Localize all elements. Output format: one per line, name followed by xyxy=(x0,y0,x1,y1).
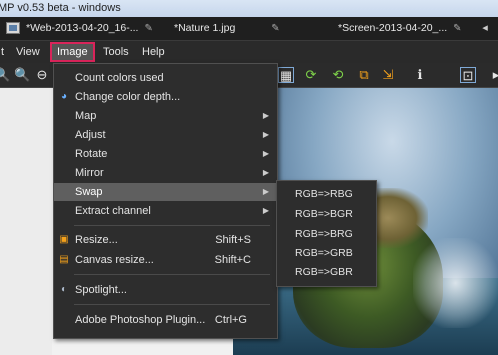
color-depth-icon: ◕ xyxy=(60,91,68,102)
menu-item-adjust[interactable]: Adjust ▶ xyxy=(54,126,277,144)
menu-item-label: Canvas resize... xyxy=(75,254,154,266)
menu-item-spotlight[interactable]: ◐ Spotlight... xyxy=(54,281,277,299)
pin-icon[interactable]: ✎ xyxy=(144,23,152,34)
submenu-arrow-icon: ▶ xyxy=(262,206,269,215)
menu-edit[interactable]: t xyxy=(0,44,9,60)
menu-item-label: Rotate xyxy=(75,148,108,160)
menu-item-count-colors[interactable]: Count colors used xyxy=(54,69,277,87)
tab-strip: *Web-2013-04-20_16-... ✎ *Nature 1.jpg ✎ *… xyxy=(0,17,498,41)
resize-icon: ▣ xyxy=(59,234,69,245)
image-menu-dropdown: Count colors used ◕ Change color depth..… xyxy=(53,63,278,339)
submenu-item-label: RGB=>GRB xyxy=(295,247,353,259)
menu-item-shortcut: Shift+S xyxy=(215,234,251,246)
swap-submenu: RGB=>RBG RGB=>BGR RGB=>BRG RGB=>GRB RGB=… xyxy=(276,180,377,287)
refresh-icon[interactable]: ⟳ xyxy=(303,67,319,83)
palette-icon[interactable]: ▦ xyxy=(278,67,294,83)
tab-scroll-icon[interactable]: ◂ xyxy=(478,21,492,35)
minus-icon[interactable]: ⊖ xyxy=(34,67,50,83)
tab-web[interactable]: *Web-2013-04-20_16-... ✎ xyxy=(26,19,153,38)
menu-separator xyxy=(74,304,270,305)
submenu-arrow-icon: ▶ xyxy=(262,111,269,120)
submenu-item-label: RGB=>GBR xyxy=(295,266,353,278)
canvas-resize-icon: ▤ xyxy=(59,254,69,265)
menu-item-shortcut: Shift+C xyxy=(214,254,251,266)
spotlight-icon: ◐ xyxy=(60,284,68,295)
menu-separator xyxy=(74,225,270,226)
menu-item-label: Extract channel xyxy=(75,205,151,217)
menu-item-swap[interactable]: Swap ▶ xyxy=(54,183,277,201)
menu-item-label: Swap xyxy=(75,186,103,198)
submenu-item-label: RGB=>BGR xyxy=(295,208,353,220)
menu-item-map[interactable]: Map ▶ xyxy=(54,107,277,125)
submenu-item-label: RGB=>RBG xyxy=(295,188,353,200)
document-icon xyxy=(6,22,20,34)
window-title: MP v0.53 beta - windows xyxy=(0,2,121,14)
zoom-in-icon[interactable]: 🔍 xyxy=(0,67,10,83)
menu-item-canvas-resize[interactable]: ▤ Canvas resize... Shift+C xyxy=(54,251,277,269)
submenu-item-gbr[interactable]: RGB=>GBR xyxy=(277,263,376,282)
overflow-icon[interactable]: ▸ xyxy=(488,67,498,83)
menu-item-photoshop-plugin[interactable]: Adobe Photoshop Plugin... Ctrl+G xyxy=(54,311,277,329)
left-panel xyxy=(0,88,52,355)
menu-item-shortcut: Ctrl+G xyxy=(214,314,247,326)
tab-label: *Web-2013-04-20_16-... xyxy=(26,22,139,34)
menu-item-extract-channel[interactable]: Extract channel ▶ xyxy=(54,202,277,220)
pin-icon[interactable]: ✎ xyxy=(271,23,279,34)
tab-label: *Screen-2013-04-20_... xyxy=(338,22,448,34)
fit-icon[interactable]: ⊡ xyxy=(460,67,476,83)
submenu-arrow-icon: ▶ xyxy=(262,130,269,139)
submenu-arrow-icon: ▶ xyxy=(262,187,269,196)
tab-screen[interactable]: *Screen-2013-04-20_... ✎ xyxy=(338,19,462,38)
menu-item-label: Count colors used xyxy=(75,72,164,84)
zoom-out-icon[interactable]: 🔍 xyxy=(14,67,30,83)
menu-help[interactable]: Help xyxy=(137,44,170,60)
submenu-item-rbg[interactable]: RGB=>RBG xyxy=(277,185,376,204)
menu-bar: t View Image Tools Help xyxy=(0,41,498,63)
menu-item-label: Change color depth... xyxy=(75,91,181,103)
submenu-arrow-icon: ▶ xyxy=(262,168,269,177)
refresh-alt-icon[interactable]: ⟲ xyxy=(330,67,346,83)
submenu-item-grb[interactable]: RGB=>GRB xyxy=(277,244,376,263)
submenu-arrow-icon: ▶ xyxy=(262,149,269,158)
menu-item-change-color-depth[interactable]: ◕ Change color depth... xyxy=(54,88,277,106)
menu-separator xyxy=(74,274,270,275)
menu-item-resize[interactable]: ▣ Resize... Shift+S xyxy=(54,231,277,249)
menu-item-label: Spotlight... xyxy=(75,284,127,296)
tab-label: *Nature 1.jpg xyxy=(174,22,236,34)
title-bar: MP v0.53 beta - windows xyxy=(0,0,498,17)
menu-item-label: Adobe Photoshop Plugin... xyxy=(75,314,206,326)
menu-image[interactable]: Image xyxy=(50,42,95,62)
submenu-item-label: RGB=>BRG xyxy=(295,228,353,240)
tab-nature[interactable]: *Nature 1.jpg ✎ xyxy=(174,19,280,38)
menu-item-label: Map xyxy=(75,110,97,122)
resize-icon[interactable]: ⇲ xyxy=(380,67,396,83)
menu-item-mirror[interactable]: Mirror ▶ xyxy=(54,164,277,182)
menu-tools[interactable]: Tools xyxy=(98,44,134,60)
pin-icon[interactable]: ✎ xyxy=(453,23,461,34)
submenu-item-bgr[interactable]: RGB=>BGR xyxy=(277,205,376,224)
image-spray xyxy=(413,238,498,328)
menu-view[interactable]: View xyxy=(11,44,45,60)
menu-item-label: Resize... xyxy=(75,234,118,246)
submenu-item-brg[interactable]: RGB=>BRG xyxy=(277,225,376,244)
crop-icon[interactable]: ⧉ xyxy=(356,67,372,83)
menu-item-label: Mirror xyxy=(75,167,104,179)
menu-item-label: Adjust xyxy=(75,129,106,141)
info-icon[interactable]: ℹ xyxy=(412,67,428,83)
menu-item-rotate[interactable]: Rotate ▶ xyxy=(54,145,277,163)
